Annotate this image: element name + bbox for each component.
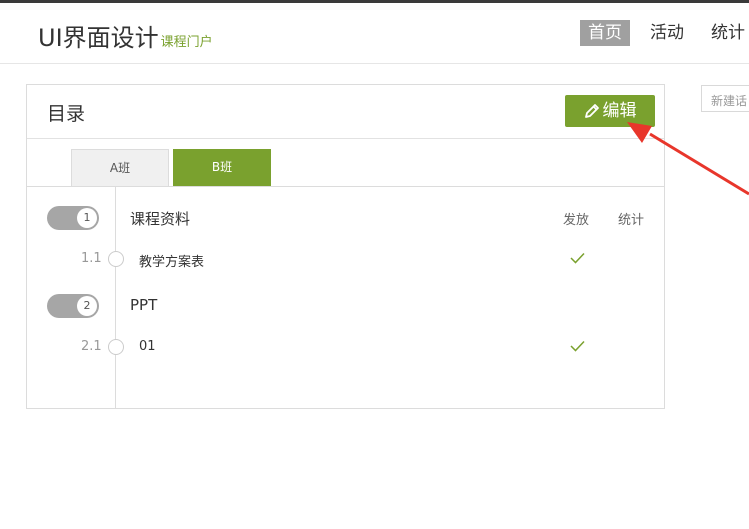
- annotation-arrow-icon: [627, 122, 749, 196]
